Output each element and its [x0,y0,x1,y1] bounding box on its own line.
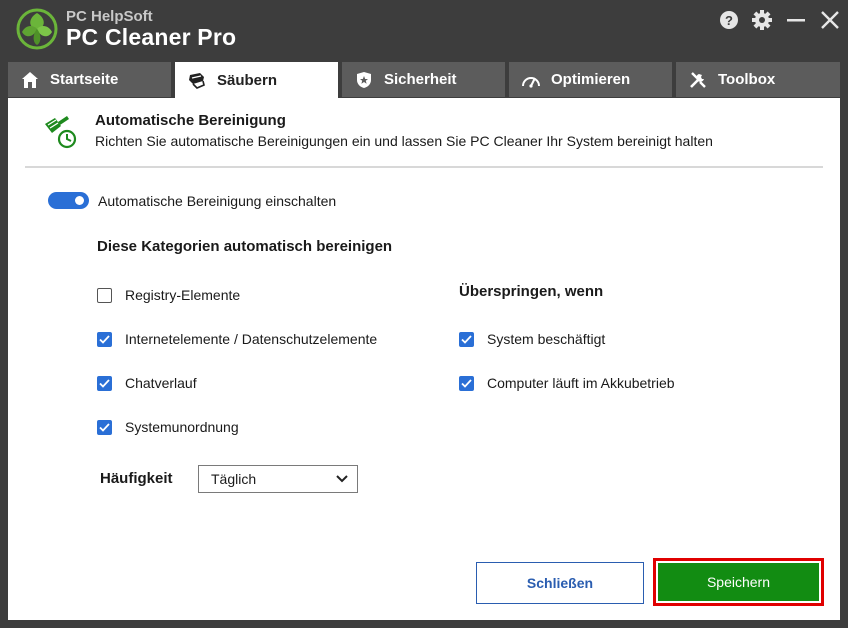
checkmark-icon [99,422,110,432]
checkmark-icon [99,334,110,344]
checkbox-chat-history[interactable]: Chatverlauf [97,375,197,391]
checkmark-icon [99,378,110,388]
gear-icon[interactable] [750,8,774,32]
checkbox-label: Computer läuft im Akkubetrieb [487,375,675,391]
broom-icon [187,70,207,90]
auto-clean-toggle[interactable] [48,192,89,209]
checkbox-label: Internetelemente / Datenschutzelemente [125,331,378,347]
checkbox-label: Systemunordnung [125,419,239,435]
checkbox-internet-privacy[interactable]: Internetelemente / Datenschutzelemente [97,331,377,347]
chevron-down-icon [336,475,348,483]
checkbox-label: Chatverlauf [125,375,197,391]
save-button-highlight: Speichern [653,558,824,606]
frequency-label: Häufigkeit [100,470,173,487]
tab-label: Sicherheit [384,71,457,88]
close-button[interactable]: Schließen [476,562,644,604]
close-icon[interactable] [818,8,842,32]
content-panel: Automatische Bereinigung Richten Sie aut… [8,98,840,620]
checkbox-box[interactable] [97,375,112,391]
svg-text:?: ? [725,13,733,28]
home-icon [20,70,40,90]
toggle-knob [75,196,84,205]
divider [25,166,823,168]
checkbox-box[interactable] [459,331,474,347]
auto-clean-toggle-label: Automatische Bereinigung einschalten [98,193,337,209]
help-icon[interactable]: ? [717,8,741,32]
checkbox-registry[interactable]: Registry-Elemente [97,287,240,303]
shield-icon [354,70,374,90]
tab-toolbox[interactable]: Toolbox [676,62,840,97]
checkbox-label: Registry-Elemente [125,287,241,303]
section-subtitle: Richten Sie automatische Bereinigungen e… [95,133,713,149]
tab-label: Optimieren [551,71,631,88]
speedometer-icon [521,70,541,90]
checkbox-box[interactable] [97,419,112,435]
checkbox-box[interactable] [97,287,112,303]
checkbox-system-clutter[interactable]: Systemunordnung [97,419,239,435]
vendor-name: PC HelpSoft [66,8,153,25]
skip-title: Überspringen, wenn [459,283,604,300]
broom-clock-icon [45,116,77,149]
save-button[interactable]: Speichern [658,563,819,601]
checkbox-box[interactable] [97,331,112,347]
tab-saeubern[interactable]: Säubern [175,62,338,98]
frequency-select[interactable]: Täglich [198,465,358,493]
checkbox-label: System beschäftigt [487,331,606,347]
checkmark-icon [461,334,472,344]
tab-startseite[interactable]: Startseite [8,62,171,97]
checkbox-on-battery[interactable]: Computer läuft im Akkubetrieb [459,375,675,391]
tab-label: Startseite [50,71,119,88]
frequency-selected-value: Täglich [211,471,257,487]
section-title: Automatische Bereinigung [95,112,286,129]
title-bar: PC HelpSoft PC Cleaner Pro ? [0,0,848,60]
tools-icon [688,70,708,90]
checkmark-icon [461,378,472,388]
app-logo-icon [16,8,58,50]
checkbox-box[interactable] [459,375,474,391]
tab-sicherheit[interactable]: Sicherheit [342,62,505,97]
minimize-icon[interactable] [784,8,808,32]
categories-title: Diese Kategorien automatisch bereinigen [97,238,393,255]
tab-label: Säubern [217,71,278,89]
tab-optimieren[interactable]: Optimieren [509,62,672,97]
checkbox-system-busy[interactable]: System beschäftigt [459,331,605,347]
tab-label: Toolbox [718,71,776,88]
product-name: PC Cleaner Pro [66,24,237,50]
main-tabs: Startseite Säubern Sicherheit Optimieren… [8,62,840,98]
